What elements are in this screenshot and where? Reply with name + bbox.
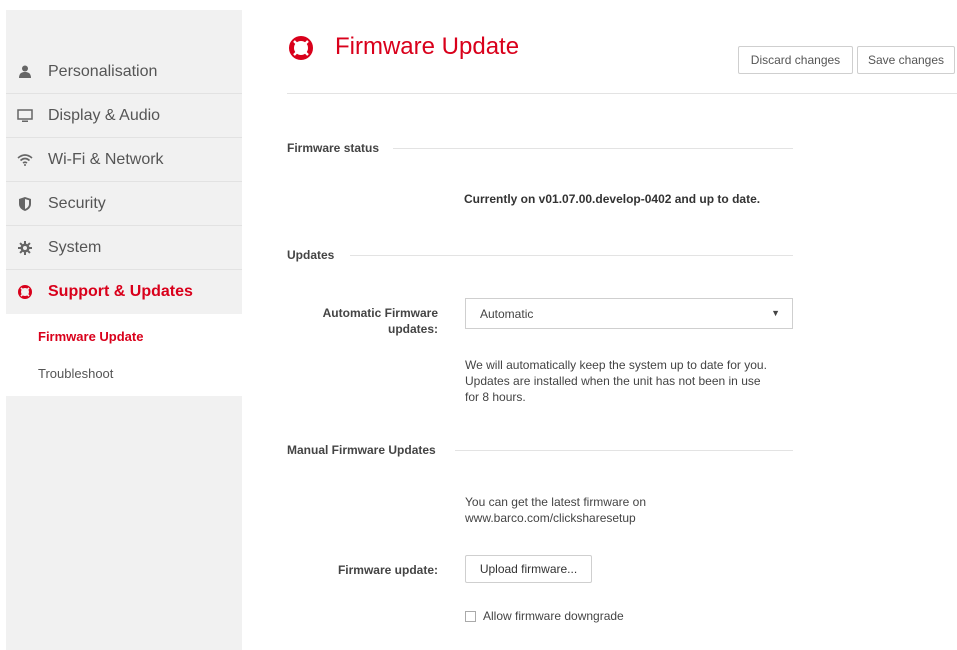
sidebar-subnav: Firmware Update Troubleshoot (6, 314, 242, 396)
sidebar-item-label: System (48, 238, 102, 256)
wifi-icon (14, 152, 36, 168)
gear-icon (14, 240, 36, 256)
sidebar-item-display-audio[interactable]: Display & Audio (6, 94, 242, 138)
discard-changes-button[interactable]: Discard changes (738, 46, 853, 74)
header-divider (287, 93, 957, 94)
info-line: You can get the latest firmware on (465, 495, 646, 509)
allow-firmware-downgrade-checkbox[interactable] (465, 610, 476, 622)
select-value: Automatic (480, 306, 534, 321)
lifebuoy-icon (288, 36, 314, 60)
firmware-status-text: Currently on v01.07.00.develop-0402 and … (464, 192, 761, 206)
sidebar-item-support-updates[interactable]: Support & Updates (6, 270, 242, 314)
sidebar-item-label: Wi-Fi & Network (48, 150, 164, 168)
sidebar-item-wifi-network[interactable]: Wi-Fi & Network (6, 138, 242, 182)
monitor-icon (14, 108, 36, 124)
save-changes-button[interactable]: Save changes (857, 46, 955, 74)
automatic-firmware-updates-select[interactable]: Automatic ▼ (465, 298, 793, 329)
user-icon (14, 64, 36, 80)
section-title-manual-firmware-updates: Manual Firmware Updates (287, 443, 436, 457)
label-line: updates: (387, 322, 438, 336)
chevron-down-icon: ▼ (771, 308, 780, 318)
page-title: Firmware Update (335, 33, 520, 60)
section-title-firmware-status: Firmware status (287, 141, 380, 155)
section-divider (393, 148, 793, 149)
upload-firmware-button[interactable]: Upload firmware... (465, 555, 592, 583)
section-title-updates: Updates (287, 248, 335, 262)
sidebar-item-security[interactable]: Security (6, 182, 242, 226)
section-divider (350, 255, 793, 256)
sidebar-item-system[interactable]: System (6, 226, 242, 270)
shield-icon (14, 196, 36, 212)
lifebuoy-icon (14, 284, 36, 300)
label-line: Automatic Firmware (322, 306, 438, 320)
subnav-item-firmware-update[interactable]: Firmware Update (6, 318, 242, 355)
help-line: for 8 hours. (465, 390, 526, 404)
help-line: Updates are installed when the unit has … (465, 374, 761, 388)
firmware-update-label: Firmware update: (337, 563, 438, 577)
allow-firmware-downgrade-label: Allow firmware downgrade (483, 609, 624, 623)
sidebar-nav: Personalisation Display & Audio Wi-Fi & … (6, 50, 242, 396)
sidebar-item-personalisation[interactable]: Personalisation (6, 50, 242, 94)
sidebar-item-label: Display & Audio (48, 106, 161, 124)
manual-firmware-info-text: You can get the latest firmware on www.b… (465, 494, 646, 526)
automatic-updates-help-text: We will automatically keep the system up… (465, 357, 767, 405)
help-line: We will automatically keep the system up… (465, 358, 767, 372)
section-divider (455, 450, 793, 451)
sidebar-item-label: Personalisation (48, 62, 158, 80)
subnav-item-troubleshoot[interactable]: Troubleshoot (6, 355, 242, 392)
allow-firmware-downgrade-row[interactable]: Allow firmware downgrade (465, 609, 624, 623)
sidebar: Personalisation Display & Audio Wi-Fi & … (6, 10, 242, 650)
automatic-firmware-updates-label: Automatic Firmware updates: (290, 305, 438, 337)
sidebar-item-label: Support & Updates (48, 283, 193, 300)
info-line: www.barco.com/clicksharesetup (465, 511, 636, 525)
sidebar-item-label: Security (48, 194, 106, 212)
